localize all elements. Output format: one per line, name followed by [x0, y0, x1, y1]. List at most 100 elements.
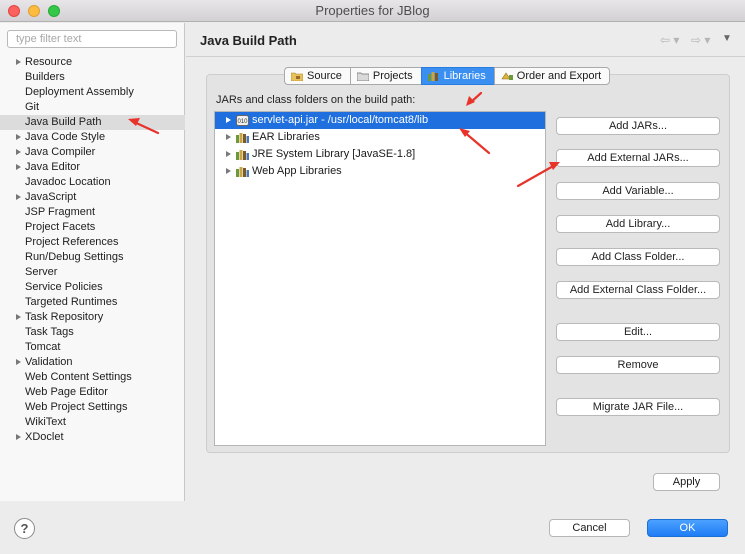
sidebar-item-label: Deployment Assembly: [25, 86, 134, 98]
add-library-button[interactable]: Add Library...: [556, 215, 720, 233]
tree-row[interactable]: 010 servlet-api.jar - /usr/local/tomcat8…: [215, 112, 545, 129]
sidebar-item-project-references[interactable]: Project References: [0, 235, 185, 250]
add-class-folder-button[interactable]: Add Class Folder...: [556, 248, 720, 266]
sidebar-item-java-build-path[interactable]: Java Build Path: [0, 115, 185, 130]
view-menu-button[interactable]: ▼: [722, 33, 732, 44]
sidebar-item-label: Task Repository: [25, 311, 104, 323]
tab-label: Source: [307, 70, 342, 82]
close-window-button[interactable]: [8, 5, 20, 17]
sidebar-item-validation[interactable]: Validation: [0, 355, 185, 370]
sidebar-item-label: Task Tags: [25, 326, 74, 338]
sidebar-item-label: Java Editor: [25, 161, 81, 173]
sidebar-item-service-policies[interactable]: Service Policies: [0, 280, 185, 295]
expand-arrow-icon[interactable]: [16, 359, 21, 365]
sidebar-item-task-tags[interactable]: Task Tags: [0, 325, 185, 340]
order-export-icon: [501, 72, 513, 80]
sidebar-item-task-repository[interactable]: Task Repository: [0, 310, 185, 325]
help-icon[interactable]: ?: [14, 518, 35, 539]
tab-projects[interactable]: Projects: [349, 67, 422, 85]
back-nav-button[interactable]: ⇦ ▾: [660, 33, 679, 47]
apply-button[interactable]: Apply: [653, 473, 720, 491]
add-variable-button[interactable]: Add Variable...: [556, 182, 720, 200]
sidebar-item-javadoc-location[interactable]: Javadoc Location: [0, 175, 185, 190]
sidebar-item-label: Web Content Settings: [25, 371, 132, 383]
sidebar-item-web-page-editor[interactable]: Web Page Editor: [0, 385, 185, 400]
expand-arrow-icon[interactable]: [226, 151, 231, 157]
tree-row[interactable]: Web App Libraries: [215, 163, 545, 180]
sidebar-item-label: Javadoc Location: [25, 176, 111, 188]
tree-row[interactable]: JRE System Library [JavaSE-1.8]: [215, 146, 545, 163]
sidebar-item-targeted-runtimes[interactable]: Targeted Runtimes: [0, 295, 185, 310]
sidebar-item-web-content-settings[interactable]: Web Content Settings: [0, 370, 185, 385]
sidebar-item-project-facets[interactable]: Project Facets: [0, 220, 185, 235]
sidebar-item-label: XDoclet: [25, 431, 64, 443]
sidebar-item-resource[interactable]: Resource: [0, 55, 185, 70]
expand-arrow-icon[interactable]: [16, 434, 21, 440]
sidebar-item-label: Project Facets: [25, 221, 96, 233]
sidebar-item-label: Web Project Settings: [25, 401, 128, 413]
tree-row-label: EAR Libraries: [252, 131, 320, 143]
source-folder-icon: [291, 72, 303, 81]
page-header: Java Build Path ⇦ ▾ ⇨ ▾ ▼: [186, 23, 745, 57]
remove-button[interactable]: Remove: [556, 356, 720, 374]
libraries-tree[interactable]: 010 servlet-api.jar - /usr/local/tomcat8…: [214, 111, 546, 446]
sidebar-item-label: Git: [25, 101, 40, 113]
cancel-button[interactable]: Cancel: [549, 519, 630, 537]
tab-order-and-export[interactable]: Order and Export: [493, 67, 611, 85]
sidebar-item-server[interactable]: Server: [0, 265, 185, 280]
add-external-class-folder-button[interactable]: Add External Class Folder...: [556, 281, 720, 299]
expand-arrow-icon[interactable]: [16, 314, 21, 320]
minimize-window-button[interactable]: [28, 5, 40, 17]
sidebar-item-label: Java Code Style: [25, 131, 106, 143]
expand-arrow-icon[interactable]: [16, 134, 21, 140]
sidebar-item-jsp-fragment[interactable]: JSP Fragment: [0, 205, 185, 220]
title-bar: Properties for JBlog: [0, 0, 745, 22]
sidebar: type filter text Resource Builders Deploym…: [0, 23, 185, 501]
libraries-icon: [427, 72, 438, 81]
sidebar-item-builders[interactable]: Builders: [0, 70, 185, 85]
forward-nav-button[interactable]: ⇨ ▾: [691, 33, 710, 47]
tab-label: Libraries: [443, 70, 486, 82]
sidebar-item-javascript[interactable]: JavaScript: [0, 190, 185, 205]
sidebar-item-label: Project References: [25, 236, 119, 248]
main-content: Java Build Path ⇦ ▾ ⇨ ▾ ▼ Source Project…: [186, 23, 745, 501]
sidebar-item-run-debug-settings[interactable]: Run/Debug Settings: [0, 250, 185, 265]
expand-arrow-icon[interactable]: [16, 59, 21, 65]
tab-label: Order and Export: [516, 70, 602, 82]
expand-arrow-icon[interactable]: [226, 168, 231, 174]
sidebar-item-web-project-settings[interactable]: Web Project Settings: [0, 400, 185, 415]
sidebar-item-label: Resource: [25, 56, 73, 68]
maximize-window-button[interactable]: [48, 5, 60, 17]
expand-arrow-icon[interactable]: [226, 134, 231, 140]
sidebar-item-java-editor[interactable]: Java Editor: [0, 160, 185, 175]
expand-arrow-icon[interactable]: [16, 149, 21, 155]
sidebar-item-tomcat[interactable]: Tomcat: [0, 340, 185, 355]
sidebar-item-label: Validation: [25, 356, 73, 368]
ok-button[interactable]: OK: [647, 519, 728, 537]
library-icon: [236, 133, 249, 143]
expand-arrow-icon[interactable]: [16, 194, 21, 200]
jar-icon: 010: [236, 115, 249, 126]
sidebar-item-label: Server: [25, 266, 58, 278]
sidebar-item-git[interactable]: Git: [0, 100, 185, 115]
sidebar-item-label: JSP Fragment: [25, 206, 96, 218]
add-external-jars-button[interactable]: Add External JARs...: [556, 149, 720, 167]
expand-arrow-icon[interactable]: [226, 117, 231, 123]
sidebar-item-label: Java Build Path: [25, 116, 102, 128]
tab-source[interactable]: Source: [284, 67, 351, 85]
sidebar-item-label: Service Policies: [25, 281, 103, 293]
sidebar-item-deployment-assembly[interactable]: Deployment Assembly: [0, 85, 185, 100]
expand-arrow-icon[interactable]: [16, 164, 21, 170]
filter-input[interactable]: type filter text: [7, 30, 177, 48]
tree-row[interactable]: EAR Libraries: [215, 129, 545, 146]
sidebar-item-java-compiler[interactable]: Java Compiler: [0, 145, 185, 160]
add-jars-button[interactable]: Add JARs...: [556, 117, 720, 135]
edit-button[interactable]: Edit...: [556, 323, 720, 341]
sidebar-item-wikitext[interactable]: WikiText: [0, 415, 185, 430]
migrate-jar-button[interactable]: Migrate JAR File...: [556, 398, 720, 416]
sidebar-item-java-code-style[interactable]: Java Code Style: [0, 130, 185, 145]
sidebar-item-xdoclet[interactable]: XDoclet: [0, 430, 185, 445]
tab-libraries[interactable]: Libraries: [420, 67, 495, 85]
sidebar-item-label: WikiText: [25, 416, 66, 428]
window-title: Properties for JBlog: [315, 3, 430, 18]
